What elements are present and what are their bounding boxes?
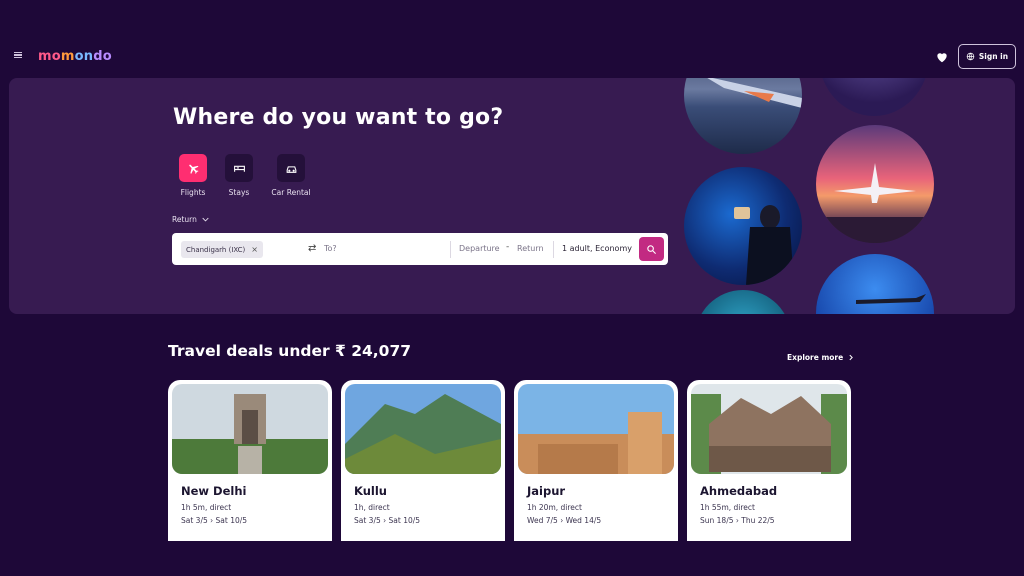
divider (553, 241, 554, 258)
deal-card-new-delhi[interactable]: New Delhi 1h 5m, direct Sat 3/5 › Sat 10… (168, 380, 332, 541)
sky-photo (819, 78, 929, 116)
travel-mode-tabs: Flights Stays Car Rental (173, 154, 323, 197)
hero-title: Where do you want to go? (173, 105, 504, 130)
deal-city: Kullu (354, 484, 387, 498)
deal-city: New Delhi (181, 484, 247, 498)
search-button[interactable] (639, 237, 664, 261)
origin-value: Chandigarh (IXC) (186, 245, 246, 254)
explore-more-link[interactable]: Explore more (787, 353, 854, 362)
menu-icon[interactable] (14, 52, 22, 58)
chevron-right-icon (849, 354, 854, 361)
top-nav: momondo Sign in (0, 0, 1024, 74)
close-icon[interactable]: × (251, 245, 258, 254)
destination-input[interactable]: To? (324, 244, 337, 253)
new-delhi-photo (172, 384, 328, 474)
deal-duration: 1h 55m, direct (700, 503, 755, 512)
tab-car-rental-label: Car Rental (271, 188, 311, 197)
jaipur-photo (518, 384, 674, 474)
trip-type-dropdown[interactable]: Return (172, 215, 209, 224)
deal-city: Jaipur (527, 484, 566, 498)
ahmedabad-photo (691, 384, 847, 474)
airplane-sunset-photo (816, 125, 934, 243)
origin-chip[interactable]: Chandigarh (IXC) × (181, 241, 263, 258)
deal-card-jaipur[interactable]: Jaipur 1h 20m, direct Wed 7/5 › Wed 14/5 (514, 380, 678, 541)
deal-dates: Wed 7/5 › Wed 14/5 (527, 516, 602, 525)
trip-type-label: Return (172, 215, 197, 224)
tab-flights-label: Flights (180, 188, 206, 197)
tab-stays-label: Stays (228, 188, 250, 197)
passengers-field[interactable]: 1 adult, Economy (562, 244, 632, 253)
search-icon (647, 244, 657, 254)
sign-in-label: Sign in (978, 52, 1009, 61)
deal-duration: 1h 20m, direct (527, 503, 582, 512)
ocean-photo (695, 290, 791, 314)
explore-more-label: Explore more (787, 353, 844, 362)
sign-in-button[interactable]: Sign in (958, 44, 1016, 69)
swap-icon[interactable]: ⇄ (308, 243, 316, 254)
deal-dates: Sat 3/5 › Sat 10/5 (181, 516, 248, 525)
airplane-wing-photo (684, 78, 802, 154)
heart-icon[interactable] (935, 50, 949, 64)
return-date-field[interactable]: Return (517, 244, 544, 253)
bed-icon (225, 154, 253, 182)
deal-duration: 1h, direct (354, 503, 390, 512)
globe-icon (966, 52, 975, 61)
car-icon (277, 154, 305, 182)
plane-icon (179, 154, 207, 182)
date-separator: - (506, 242, 510, 252)
momondo-logo[interactable]: momondo (38, 49, 112, 64)
deal-dates: Sun 18/5 › Thu 22/5 (700, 516, 775, 525)
hero-panel: Where do you want to go? Flights Stays C… (9, 78, 1015, 314)
deal-card-kullu[interactable]: Kullu 1h, direct Sat 3/5 › Sat 10/5 (341, 380, 505, 541)
deal-cards: New Delhi 1h 5m, direct Sat 3/5 › Sat 10… (168, 380, 851, 541)
airplane-blue-sky-photo (816, 254, 934, 314)
deals-heading: Travel deals under ₹ 24,077 (168, 342, 412, 360)
airplane-cabin-photo (684, 167, 802, 285)
divider (450, 241, 451, 258)
kullu-photo (345, 384, 501, 474)
flight-search-bar: Chandigarh (IXC) × ⇄ To? Departure - Ret… (172, 233, 668, 265)
departure-date-field[interactable]: Departure (459, 244, 500, 253)
deal-card-ahmedabad[interactable]: Ahmedabad 1h 55m, direct Sun 18/5 › Thu … (687, 380, 851, 541)
deal-dates: Sat 3/5 › Sat 10/5 (354, 516, 421, 525)
deal-city: Ahmedabad (700, 484, 778, 498)
tab-car-rental[interactable]: Car Rental (259, 154, 323, 197)
deal-duration: 1h 5m, direct (181, 503, 232, 512)
chevron-down-icon (202, 217, 209, 222)
